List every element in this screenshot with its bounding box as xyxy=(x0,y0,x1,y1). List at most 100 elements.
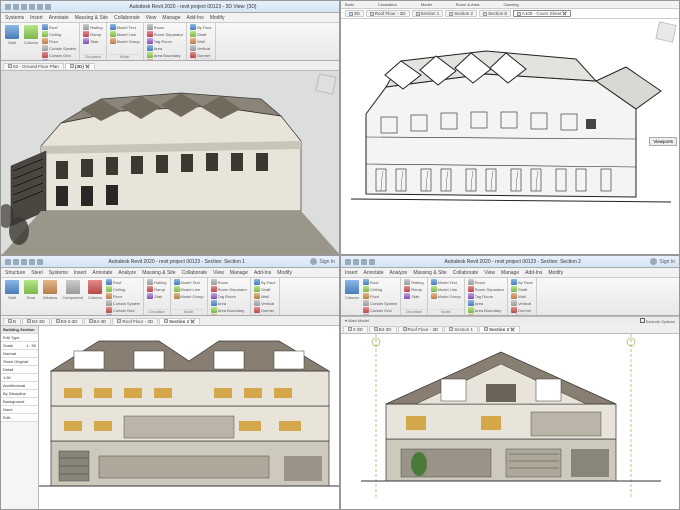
breadcrumb-item[interactable]: Section 2 xyxy=(445,10,477,17)
railing-button[interactable]: Railing xyxy=(82,24,103,30)
room-button[interactable]: Room xyxy=(467,279,505,285)
curtain-system-button[interactable]: Curtain System xyxy=(41,45,77,51)
tag-room-button[interactable]: Tag Room xyxy=(210,293,248,299)
column-button[interactable]: Column xyxy=(343,279,361,316)
ramp-button[interactable]: Ramp xyxy=(146,286,167,292)
door-button[interactable]: Door xyxy=(22,279,40,316)
view-tab[interactable]: Section 1 xyxy=(159,318,200,324)
wall-button[interactable]: Wall xyxy=(3,24,21,61)
wall-button[interactable]: Wall xyxy=(253,293,277,299)
quick-access-toolbar[interactable] xyxy=(5,4,51,10)
view-tab[interactable]: Section 1 xyxy=(444,326,478,332)
vertical-button[interactable]: Vertical xyxy=(253,300,277,306)
vertical-button[interactable]: Vertical xyxy=(510,300,534,306)
property-row[interactable]: By Discipline xyxy=(1,390,38,398)
properties-panel[interactable]: Building Section Edit Type Scale1 : 50No… xyxy=(1,326,39,509)
property-row[interactable]: Normal xyxy=(1,350,38,358)
ceiling-button[interactable]: Ceiling xyxy=(41,31,77,37)
qat-icon[interactable] xyxy=(353,259,359,265)
stair-button[interactable]: Stair xyxy=(82,38,103,44)
breadcrumb-item[interactable]: Section 1 xyxy=(412,10,444,17)
ribbon-tabs[interactable]: InsertAnnotateAnalyzeMassing & SiteColla… xyxy=(341,268,679,278)
shaft-button[interactable]: Shaft xyxy=(189,31,213,37)
area-boundary-button[interactable]: Area Boundary xyxy=(146,52,184,58)
view-tab[interactable]: B4-3D xyxy=(369,326,397,332)
close-icon[interactable] xyxy=(562,11,567,16)
curtain-grid-button[interactable]: Curtain Grid xyxy=(362,307,398,313)
component-button[interactable]: Component xyxy=(60,279,85,316)
property-row[interactable]: None xyxy=(1,406,38,414)
view-tabs[interactable]: 2-3DB4-3DRoof Floor - 3DSection 1Section… xyxy=(341,324,679,334)
tab-add-ins[interactable]: Add-Ins xyxy=(525,270,542,276)
view-tabs[interactable]: BB2-3DB3-2-3DB4-3DRoof Floor - 3DSection… xyxy=(1,316,339,326)
area-boundary-button[interactable]: Area Boundary xyxy=(210,307,248,313)
by-face-button[interactable]: By Face xyxy=(253,279,277,285)
tab-modify[interactable]: Modify xyxy=(277,270,292,276)
roof-button[interactable]: Roof xyxy=(41,24,77,30)
ribbon-tabs[interactable]: SystemsInsertAnnotateMassing & SiteColla… xyxy=(1,13,339,23)
model-group-button[interactable]: Model Group xyxy=(109,38,141,44)
roof-button[interactable]: Roof xyxy=(362,279,398,285)
qat-icon[interactable] xyxy=(345,259,351,265)
model-line-button[interactable]: Model Line xyxy=(109,31,141,37)
view-tab[interactable]: 2-3D xyxy=(343,326,368,332)
tab-annotate[interactable]: Annotate xyxy=(92,270,112,276)
property-row[interactable]: Architectural xyxy=(1,382,38,390)
qat-icon[interactable] xyxy=(13,4,19,10)
view-tab[interactable]: B xyxy=(3,318,21,324)
tab-add-ins[interactable]: Add-Ins xyxy=(186,15,203,21)
qat-icon[interactable] xyxy=(37,4,43,10)
breadcrumb-item[interactable]: 3D xyxy=(345,10,364,17)
qat-icon[interactable] xyxy=(5,259,11,265)
view-tab[interactable]: B4-3D xyxy=(84,318,112,324)
view-tab[interactable]: B2-3D xyxy=(22,318,50,324)
column-button[interactable]: Column xyxy=(86,279,104,316)
breadcrumb-item[interactable]: Roof Floor - 3D xyxy=(366,10,410,17)
model-text-button[interactable]: Model Text xyxy=(173,279,205,285)
property-row[interactable]: Detail xyxy=(1,366,38,374)
tab-annotate[interactable]: Annotate xyxy=(364,270,384,276)
tab-collaborate[interactable]: Collaborate xyxy=(114,15,140,21)
tab-systems[interactable]: Systems xyxy=(49,270,68,276)
tab-analyze[interactable]: Analyze xyxy=(118,270,136,276)
shaft-button[interactable]: Shaft xyxy=(510,286,534,292)
curtain-grid-button[interactable]: Curtain Grid xyxy=(105,307,141,313)
tab-insert[interactable]: Insert xyxy=(345,270,358,276)
model-text-button[interactable]: Model Text xyxy=(430,279,462,285)
tab-view[interactable]: View xyxy=(146,15,157,21)
ceiling-button[interactable]: Ceiling xyxy=(105,286,141,292)
tab-structure[interactable]: Structure xyxy=(5,270,25,276)
column-button[interactable]: Column xyxy=(22,24,40,61)
tab-view[interactable]: View xyxy=(484,270,495,276)
area-button[interactable]: Area xyxy=(210,300,248,306)
qat-icon[interactable] xyxy=(5,4,11,10)
close-icon[interactable] xyxy=(85,64,90,69)
property-row[interactable]: Edit... xyxy=(1,414,38,422)
stair-button[interactable]: Stair xyxy=(146,293,167,299)
model-group-button[interactable]: Model Group xyxy=(430,293,462,299)
breadcrumb-item[interactable]: Section 8 xyxy=(479,10,511,17)
floor-button[interactable]: Floor xyxy=(362,293,398,299)
property-row[interactable]: 1:50 xyxy=(1,374,38,382)
breadcrumbs[interactable]: 3DRoof Floor - 3DSection 1Section 2Secti… xyxy=(341,9,679,19)
vertical-button[interactable]: Vertical xyxy=(189,45,213,51)
viewport-section[interactable]: Building Section Edit Type Scale1 : 50No… xyxy=(1,326,339,509)
property-row[interactable]: Show Original xyxy=(1,358,38,366)
quick-access-toolbar[interactable] xyxy=(345,259,375,265)
tab-insert[interactable]: Insert xyxy=(30,15,43,21)
view-tab[interactable]: Section 2 xyxy=(479,326,520,332)
floor-button[interactable]: Floor xyxy=(41,38,77,44)
breadcrumb-item[interactable]: A109 - Cover Sheet xyxy=(513,10,572,17)
model-selector[interactable]: ▾ Main Model xyxy=(345,318,369,323)
viewport-3d[interactable] xyxy=(1,71,339,254)
shaft-button[interactable]: Shaft xyxy=(253,286,277,292)
room-separator-button[interactable]: Room Separator xyxy=(210,286,248,292)
view-tab[interactable]: Roof Floor - 3D xyxy=(112,318,158,324)
tab-collaborate[interactable]: Collaborate xyxy=(182,270,208,276)
tab-massing-site[interactable]: Massing & Site xyxy=(142,270,175,276)
curtain-system-button[interactable]: Curtain System xyxy=(105,300,141,306)
tab-steel[interactable]: Steel xyxy=(31,270,42,276)
view-tabs[interactable]: 02 - Ground Floor Plan{3D} xyxy=(1,61,339,71)
curtain-system-button[interactable]: Curtain System xyxy=(362,300,398,306)
roof-button[interactable]: Roof xyxy=(105,279,141,285)
